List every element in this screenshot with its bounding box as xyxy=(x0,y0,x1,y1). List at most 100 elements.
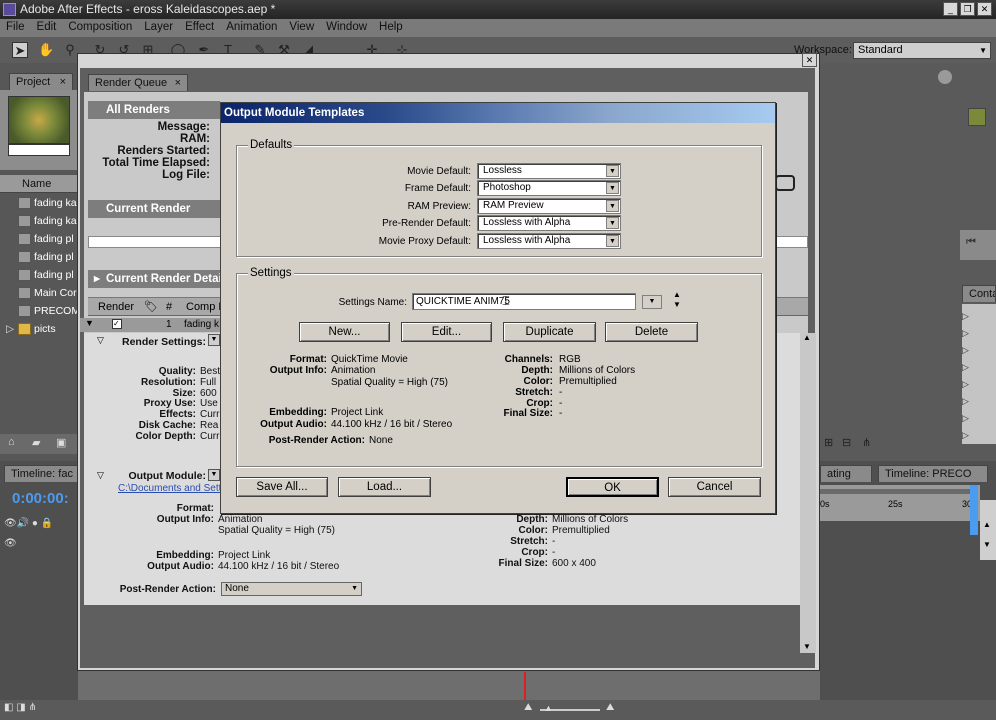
list-item[interactable]: fading ka xyxy=(0,194,78,212)
collapse-arrow-icon[interactable]: ▼ xyxy=(85,318,94,328)
flowchart-icon[interactable]: ⋔ xyxy=(862,436,871,449)
layer-visibility-icon[interactable]: 👁 xyxy=(4,538,17,549)
hand-tool-icon[interactable]: ✋ xyxy=(38,42,54,58)
av-switches-icon[interactable]: 👁🔊 ● 🔒 xyxy=(4,518,53,529)
selection-tool-icon[interactable]: ➤ xyxy=(12,42,28,58)
menu-view[interactable]: View xyxy=(283,19,320,37)
duplicate-button[interactable]: Duplicate xyxy=(503,322,596,342)
collapse-arrow-icon[interactable]: ▽ xyxy=(97,335,104,346)
toggle-switches-icon[interactable]: ◧ ◨ ⋔ xyxy=(4,702,37,713)
render-settings-dropdown[interactable]: ▼ xyxy=(208,334,220,346)
menu-composition[interactable]: Composition xyxy=(62,19,138,37)
render-checkbox[interactable]: ✓ xyxy=(112,319,122,329)
tab-timeline-partial[interactable]: ating xyxy=(820,465,872,482)
timecode-display[interactable]: 0:00:00: xyxy=(12,490,69,507)
list-item[interactable]: PRECOM xyxy=(0,302,78,320)
settings-name-dropdown[interactable]: ▼ xyxy=(642,295,662,309)
chevron-down-icon: ▼ xyxy=(606,200,619,212)
close-icon[interactable]: ✕ xyxy=(802,53,817,67)
settings-group-label: Settings xyxy=(248,267,294,279)
ram-preview-select[interactable]: RAM Preview ▼ xyxy=(477,198,621,214)
menu-help[interactable]: Help xyxy=(373,19,409,37)
zoom-slider-thumb[interactable]: ▲ xyxy=(544,703,553,713)
delete-button[interactable]: Delete xyxy=(605,322,698,342)
expand-arrow-icon[interactable]: ▸ xyxy=(94,270,100,288)
list-item[interactable]: Main Cor xyxy=(0,284,78,302)
work-area-bar[interactable] xyxy=(820,489,978,494)
column-name[interactable]: Name xyxy=(22,178,51,190)
scroll-up-icon[interactable]: ▲ xyxy=(983,520,991,529)
zoom-out-icon[interactable]: ⛰ xyxy=(524,702,532,713)
maximize-button[interactable]: ❐ xyxy=(960,2,975,16)
load-button[interactable]: Load... xyxy=(338,477,431,497)
current-time-indicator[interactable] xyxy=(970,485,978,535)
time-ruler[interactable]: 0s 25s 30s xyxy=(820,485,980,521)
movie-proxy-default-value: Lossless with Alpha xyxy=(483,235,571,246)
settings-name-value: QUICKTIME ANIM75 xyxy=(416,296,510,307)
movie-proxy-default-select[interactable]: Lossless with Alpha ▼ xyxy=(477,233,621,249)
tab-effects-presets[interactable]: Contai xyxy=(962,285,996,302)
menu-window[interactable]: Window xyxy=(320,19,373,37)
collapse-arrow-icon[interactable]: ▽ xyxy=(97,470,104,481)
frame-default-select[interactable]: Photoshop ▼ xyxy=(477,180,621,196)
comp-mini-flowchart-icon[interactable]: ⊟ xyxy=(842,436,851,449)
col-render[interactable]: Render xyxy=(98,301,134,313)
zoom-tool-icon[interactable]: ⚲ xyxy=(62,42,78,58)
new-button[interactable]: New... xyxy=(299,322,390,342)
close-icon[interactable]: × xyxy=(60,74,66,91)
expand-arrow-icon[interactable]: ▷ xyxy=(6,320,14,338)
output-to-link[interactable]: C:\Documents and Sett xyxy=(118,483,220,494)
menu-edit[interactable]: Edit xyxy=(31,19,63,37)
tab-timeline-precomp[interactable]: Timeline: PRECO xyxy=(878,465,988,482)
scroll-down-icon[interactable]: ▼ xyxy=(983,540,991,549)
cancel-button[interactable]: Cancel xyxy=(668,477,761,497)
settings-name-input[interactable]: QUICKTIME ANIM75 xyxy=(412,293,636,310)
minimize-button[interactable]: _ xyxy=(943,2,958,16)
settings-spinner-icon[interactable]: ▲ ▼ xyxy=(673,290,681,310)
menu-layer[interactable]: Layer xyxy=(138,19,179,37)
list-item[interactable]: fading pl xyxy=(0,266,78,284)
list-item[interactable]: fading pl xyxy=(0,248,78,266)
movie-default-select[interactable]: Lossless ▼ xyxy=(477,163,621,179)
close-button[interactable]: ✕ xyxy=(977,2,992,16)
panel-menu-icon[interactable] xyxy=(938,70,952,84)
table-row[interactable]: ▼ ✓ 1 fading k xyxy=(80,318,220,332)
post-render-select[interactable]: None ▼ xyxy=(221,582,362,596)
zoom-in-icon[interactable]: ⛰ xyxy=(606,702,614,713)
tag-icon[interactable]: 🏷 xyxy=(144,300,158,313)
col-number[interactable]: # xyxy=(166,301,172,313)
menu-file[interactable]: File xyxy=(0,19,31,37)
row-comp-name: fading k xyxy=(184,319,220,330)
tab-project[interactable]: Project × xyxy=(9,73,73,90)
menu-animation[interactable]: Animation xyxy=(220,19,283,37)
list-item[interactable]: fading pl xyxy=(0,230,78,248)
list-item[interactable]: fading ka xyxy=(0,212,78,230)
scroll-down-icon[interactable]: ▼ xyxy=(803,642,811,651)
new-folder-icon[interactable]: ▰ xyxy=(32,436,40,449)
setting-label: Color Depth: xyxy=(135,430,196,442)
output-module-dropdown[interactable]: ▼ xyxy=(208,469,220,481)
new-composition-icon[interactable]: ▣ xyxy=(56,436,66,449)
ok-button[interactable]: OK xyxy=(566,477,659,497)
menu-effect[interactable]: Effect xyxy=(179,19,220,37)
setting-label: Proxy Use: xyxy=(143,398,196,410)
scroll-up-icon[interactable]: ▲ xyxy=(803,333,811,342)
om-label: Final Size: xyxy=(498,558,548,569)
tab-timeline-left[interactable]: Timeline: fac xyxy=(4,465,78,482)
render-settings-list: Quality: Best Resolution: Full Size: 600 Pr… xyxy=(100,366,220,442)
first-frame-icon[interactable]: ⏮ xyxy=(966,236,976,249)
timeline-scrollbar[interactable]: ▲ ▼ xyxy=(980,500,996,560)
tab-render-queue[interactable]: Render Queue × xyxy=(88,74,188,91)
effects-expand-arrows[interactable]: ▷ ▷ ▷ ▷ ▷ ▷ ▷ ▷ xyxy=(962,308,969,444)
pre-render-default-select[interactable]: Lossless with Alpha ▼ xyxy=(477,215,621,231)
composition-flowchart-icon[interactable]: ⊞ xyxy=(824,436,833,449)
current-render-details-header[interactable]: ▸ Current Render Details xyxy=(88,270,220,288)
close-icon[interactable]: × xyxy=(175,75,181,92)
save-all-button[interactable]: Save All... xyxy=(236,477,328,497)
workspace-select[interactable]: Standard xyxy=(853,42,991,59)
edit-button[interactable]: Edit... xyxy=(401,322,492,342)
list-item[interactable]: ▷ picts xyxy=(0,320,78,338)
render-button[interactable] xyxy=(775,175,795,191)
details-scrollbar[interactable]: ▲ ▼ xyxy=(800,333,816,653)
interpret-footage-icon[interactable]: ⌂ xyxy=(8,436,15,448)
